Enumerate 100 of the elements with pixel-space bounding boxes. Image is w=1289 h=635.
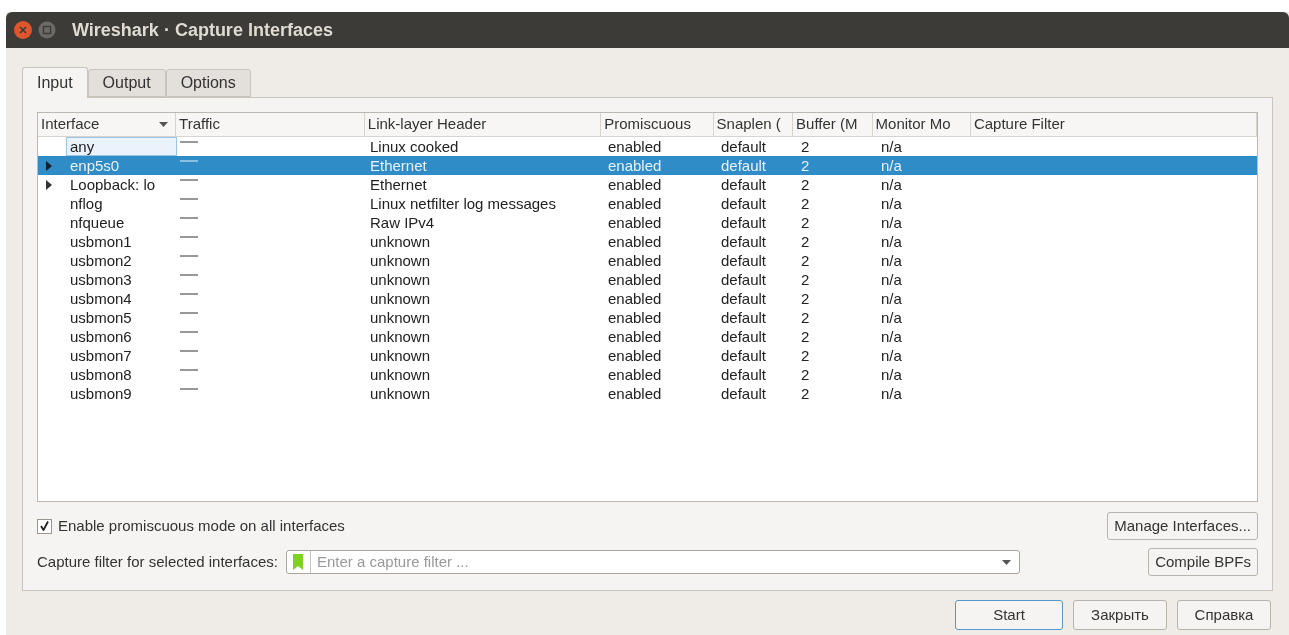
dropdown-arrow-icon[interactable] xyxy=(1001,559,1011,565)
snaplen-cell: default xyxy=(721,346,767,365)
column-header[interactable]: Monitor Mo xyxy=(872,113,971,136)
link-layer-cell: Linux cooked xyxy=(370,137,459,156)
traffic-sparkline xyxy=(180,386,198,390)
interface-name: nflog xyxy=(69,194,104,213)
promiscuous-cell: enabled xyxy=(608,137,662,156)
monitor-mode-cell: n/a xyxy=(881,175,902,194)
monitor-mode-cell: n/a xyxy=(881,251,902,270)
snaplen-cell: default xyxy=(721,308,767,327)
close-icon[interactable] xyxy=(14,21,32,39)
tab[interactable]: Input xyxy=(22,67,88,98)
interface-name: nfqueue xyxy=(69,213,126,232)
buffer-cell: 2 xyxy=(801,327,810,346)
dialog-button[interactable]: Закрыть xyxy=(1073,600,1167,630)
link-layer-cell: unknown xyxy=(370,327,431,346)
buffer-cell: 2 xyxy=(801,308,810,327)
column-header[interactable]: Traffic xyxy=(176,113,365,136)
link-layer-cell: Linux netfilter log messages xyxy=(370,194,556,213)
traffic-sparkline xyxy=(180,348,198,352)
snaplen-cell: default xyxy=(721,384,767,403)
promiscuous-cell: enabled xyxy=(608,327,662,346)
snaplen-cell: default xyxy=(721,194,767,213)
buffer-cell: 2 xyxy=(801,194,810,213)
interface-row[interactable]: usbmon6 unknown enabled default 2 n/a xyxy=(38,327,1257,346)
link-layer-cell: unknown xyxy=(370,384,431,403)
promiscuous-label: Enable promiscuous mode on all interfaces xyxy=(58,515,345,536)
interface-name: usbmon9 xyxy=(69,384,133,403)
link-layer-cell: Ethernet xyxy=(370,175,427,194)
snaplen-cell: default xyxy=(721,365,767,384)
interface-name: usbmon5 xyxy=(69,308,133,327)
link-layer-cell: unknown xyxy=(370,308,431,327)
traffic-sparkline xyxy=(180,196,198,200)
capture-filter-label: Capture filter for selected interfaces: xyxy=(37,551,278,572)
column-header[interactable]: Promiscuous xyxy=(601,113,714,136)
snaplen-cell: default xyxy=(721,270,767,289)
buffer-cell: 2 xyxy=(801,289,810,308)
promiscuous-cell: enabled xyxy=(608,384,662,403)
column-header[interactable]: Buffer (M xyxy=(793,113,873,136)
interface-row[interactable]: nfqueue Raw IPv4 enabled default 2 n/a xyxy=(38,213,1257,232)
interface-row[interactable]: Loopback: lo Ethernet enabled default 2 n/a xyxy=(38,175,1257,194)
interface-row[interactable]: usbmon7 unknown enabled default 2 n/a xyxy=(38,346,1257,365)
buffer-cell: 2 xyxy=(801,251,810,270)
tab[interactable]: Options xyxy=(165,69,251,97)
promiscuous-cell: enabled xyxy=(608,289,662,308)
monitor-mode-cell: n/a xyxy=(881,384,902,403)
monitor-mode-cell: n/a xyxy=(881,270,902,289)
interface-name: usbmon3 xyxy=(69,270,133,289)
monitor-mode-cell: n/a xyxy=(881,156,902,175)
compile-bpfs-button[interactable]: Compile BPFs xyxy=(1148,548,1258,576)
buffer-cell: 2 xyxy=(801,156,810,175)
expand-arrow-icon[interactable] xyxy=(46,179,52,190)
monitor-mode-cell: n/a xyxy=(881,289,902,308)
promiscuous-cell: enabled xyxy=(608,251,662,270)
link-layer-cell: unknown xyxy=(370,232,431,251)
traffic-sparkline xyxy=(180,234,198,238)
traffic-sparkline xyxy=(180,139,198,143)
column-header[interactable]: Link-layer Header xyxy=(364,113,602,136)
link-layer-cell: Ethernet xyxy=(370,156,427,175)
interface-name: usbmon1 xyxy=(69,232,133,251)
snaplen-cell: default xyxy=(721,251,767,270)
buffer-cell: 2 xyxy=(801,270,810,289)
buffer-cell: 2 xyxy=(801,213,810,232)
traffic-sparkline xyxy=(180,329,198,333)
window-title: Wireshark · Capture Interfaces xyxy=(72,18,333,42)
column-header[interactable]: Snaplen ( xyxy=(713,113,794,136)
snaplen-cell: default xyxy=(721,289,767,308)
traffic-sparkline xyxy=(180,367,198,371)
promiscuous-cell: enabled xyxy=(608,194,662,213)
column-header[interactable]: Capture Filter xyxy=(970,113,1257,136)
interface-row[interactable]: usbmon5 unknown enabled default 2 n/a xyxy=(38,308,1257,327)
manage-interfaces-button[interactable]: Manage Interfaces... xyxy=(1107,512,1258,540)
dialog-button[interactable]: Справка xyxy=(1177,600,1271,630)
buffer-cell: 2 xyxy=(801,384,810,403)
monitor-mode-cell: n/a xyxy=(881,365,902,384)
promiscuous-cell: enabled xyxy=(608,213,662,232)
interface-row[interactable]: usbmon2 unknown enabled default 2 n/a xyxy=(38,251,1257,270)
snaplen-cell: default xyxy=(721,175,767,194)
monitor-mode-cell: n/a xyxy=(881,308,902,327)
interface-row[interactable]: usbmon9 unknown enabled default 2 n/a xyxy=(38,384,1257,403)
interface-name: Loopback: lo xyxy=(69,175,157,194)
promiscuous-cell: enabled xyxy=(608,308,662,327)
snaplen-cell: default xyxy=(721,137,767,156)
interface-row[interactable]: any Linux cooked enabled default 2 n/a xyxy=(38,137,1257,156)
interface-row[interactable]: usbmon8 unknown enabled default 2 n/a xyxy=(38,365,1257,384)
buffer-cell: 2 xyxy=(801,232,810,251)
dialog-button[interactable]: Start xyxy=(955,600,1063,630)
promiscuous-cell: enabled xyxy=(608,175,662,194)
promiscuous-checkbox[interactable] xyxy=(37,518,52,534)
interface-row[interactable]: nflog Linux netfilter log messages enabled default 2 n/a xyxy=(38,194,1257,213)
promiscuous-cell: enabled xyxy=(608,156,662,175)
buffer-cell: 2 xyxy=(801,137,810,156)
traffic-sparkline xyxy=(180,253,198,257)
interface-row[interactable]: usbmon3 unknown enabled default 2 n/a xyxy=(38,270,1257,289)
interface-row[interactable]: usbmon4 unknown enabled default 2 n/a xyxy=(38,289,1257,308)
promiscuous-cell: enabled xyxy=(608,270,662,289)
link-layer-cell: unknown xyxy=(370,346,431,365)
traffic-sparkline xyxy=(180,177,198,181)
tab[interactable]: Output xyxy=(87,69,166,97)
interface-row[interactable]: usbmon1 unknown enabled default 2 n/a xyxy=(38,232,1257,251)
